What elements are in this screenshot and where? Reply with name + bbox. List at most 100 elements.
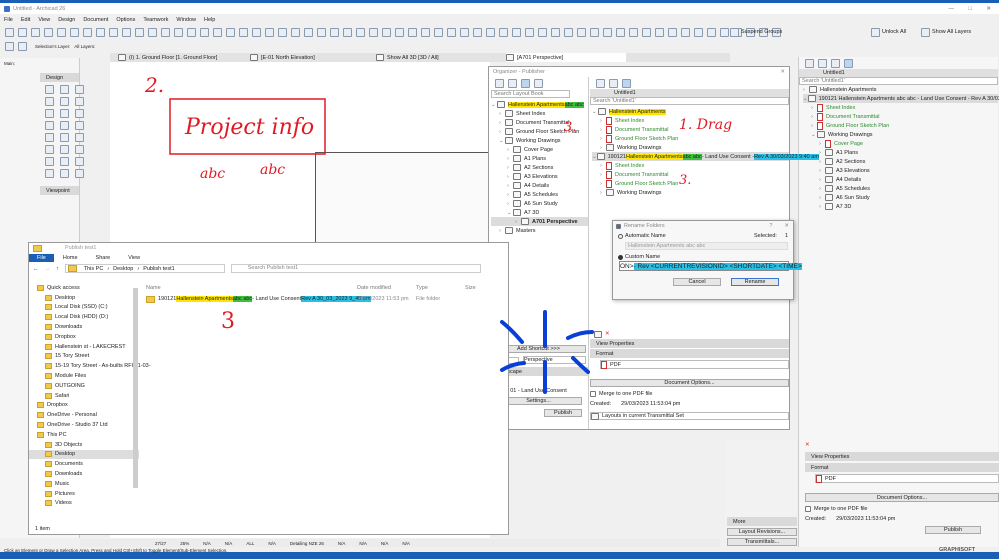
rename-button[interactable]: Rename: [731, 278, 779, 286]
menu-window[interactable]: Window: [176, 17, 196, 23]
tree-item[interactable]: › Ground Floor Sketch Plan: [803, 121, 998, 130]
nav-item[interactable]: Safari: [29, 391, 139, 401]
na-field[interactable]: N/A: [381, 541, 389, 546]
design-tool-icon[interactable]: [60, 97, 69, 106]
toolbar-tool-icon[interactable]: [83, 27, 92, 37]
view-properties-header[interactable]: View Properties: [805, 452, 999, 461]
column-size[interactable]: Size: [465, 285, 476, 291]
toolbar-tool-icon[interactable]: [408, 27, 417, 37]
toolbar-tool-icon[interactable]: [538, 27, 547, 37]
toolbar-tool-icon[interactable]: [161, 27, 170, 37]
column-type[interactable]: Type: [416, 285, 465, 291]
menu-view[interactable]: View: [38, 17, 50, 23]
publish-scope-select[interactable]: Layouts in current Transmittal Set: [590, 412, 789, 420]
nav-item[interactable]: OneDrive - Studio 37 Ltd: [29, 420, 139, 430]
automatic-name-radio[interactable]: Automatic Name Selected: 1: [613, 231, 793, 241]
format-select[interactable]: PDF: [815, 474, 999, 483]
toolbox-viewpoint-header[interactable]: Viewpoint: [40, 186, 79, 195]
toolbar-tool-icon[interactable]: [655, 27, 664, 37]
toolbar-tool-icon[interactable]: [148, 27, 157, 37]
format-select[interactable]: PDF: [600, 360, 789, 369]
toolbar-tool-icon[interactable]: [213, 27, 222, 37]
suspend-groups-button[interactable]: Suspend Groups: [728, 27, 782, 37]
toolbox-design-header[interactable]: Design: [40, 73, 79, 82]
more-header[interactable]: More: [727, 517, 797, 526]
nav-item[interactable]: Desktop: [29, 293, 139, 303]
nav-item[interactable]: Documents: [29, 459, 139, 469]
nav-item[interactable]: 3D Objects: [29, 440, 139, 450]
tree-item[interactable]: › A6 Sun Study: [491, 199, 588, 208]
toolbar-tool-icon[interactable]: [434, 27, 443, 37]
menu-help[interactable]: Help: [204, 17, 215, 23]
format-header[interactable]: Format: [805, 463, 999, 472]
new-folder-icon[interactable]: [594, 330, 602, 338]
delete-icon[interactable]: ✕: [605, 331, 610, 337]
address-bar[interactable]: This PC › Desktop › Publish test1: [64, 264, 225, 273]
toolbar-tool-icon[interactable]: [122, 27, 131, 37]
toolbar-tool-icon[interactable]: [382, 27, 391, 37]
nav-item[interactable]: Downloads: [29, 322, 139, 332]
menu-design[interactable]: Design: [58, 17, 75, 23]
na-field[interactable]: N/A: [359, 541, 367, 546]
design-tool-icon[interactable]: [45, 145, 54, 154]
toolbar-tool-icon[interactable]: [473, 27, 482, 37]
toolbar-tool-icon[interactable]: [668, 27, 677, 37]
tree-item[interactable]: › A3 Elevations: [803, 166, 998, 175]
publish-button[interactable]: Publish: [925, 526, 981, 534]
tree-item[interactable]: › Sheet Index: [803, 103, 998, 112]
merge-pdf-checkbox[interactable]: Merge to one PDF file: [805, 506, 999, 512]
design-tool-icon[interactable]: [60, 169, 69, 178]
toolbar-tool-icon[interactable]: [304, 27, 313, 37]
file-row[interactable]: 190121 Hallenstein Apartments abc abc - L…: [146, 294, 506, 304]
toolbar-tool-icon[interactable]: [278, 27, 287, 37]
tab-ground-floor[interactable]: (I) 1. Ground Floor [1. Ground Floor]: [110, 53, 250, 62]
nav-item[interactable]: Local Disk (SSD) (C:): [29, 303, 139, 313]
tree-item[interactable]: › A5 Schedules: [803, 184, 998, 193]
column-name[interactable]: Name: [146, 285, 357, 291]
maximize-button[interactable]: □: [969, 6, 972, 12]
design-tool-icon[interactable]: [75, 85, 84, 94]
ribbon-share-tab[interactable]: Share: [87, 255, 120, 261]
design-tool-icon[interactable]: [60, 85, 69, 94]
tree-item[interactable]: › A6 Sun Study: [803, 193, 998, 202]
toolbar-tool-icon[interactable]: [330, 27, 339, 37]
design-tool-icon[interactable]: [45, 169, 54, 178]
toolbar-tool-icon[interactable]: [577, 27, 586, 37]
toolbar-tool-icon[interactable]: [421, 27, 430, 37]
tree-item[interactable]: › A7 3D: [803, 202, 998, 211]
toolbar-tool-icon[interactable]: [31, 27, 40, 37]
pen-set[interactable]: Detailing NZE 26: [290, 541, 324, 546]
ribbon-home-tab[interactable]: Home: [54, 255, 87, 261]
design-tool-icon[interactable]: [45, 133, 54, 142]
toolbar-tool-icon[interactable]: [109, 27, 118, 37]
custom-name-input[interactable]: ON> - Rev <CURRENTREVISIONID> <SHORTDATE…: [619, 261, 802, 271]
toolbar-tool-icon[interactable]: [291, 27, 300, 37]
toolbar-tool-icon[interactable]: [70, 27, 79, 37]
design-tool-icon[interactable]: [75, 121, 84, 130]
tree-item[interactable]: ⌄ A7 3D: [491, 208, 588, 217]
design-tool-icon[interactable]: [45, 97, 54, 106]
toolbar-tool-icon[interactable]: [317, 27, 326, 37]
nav-item[interactable]: Videos: [29, 499, 139, 509]
tree-item[interactable]: › A4 Details: [803, 175, 998, 184]
tab-a701-perspective[interactable]: [A701 Perspective]: [506, 53, 626, 62]
menu-edit[interactable]: Edit: [21, 17, 30, 23]
toolbar-tool-icon[interactable]: [265, 27, 274, 37]
nav-item[interactable]: 15 Tory Street: [29, 352, 139, 362]
design-tool-icon[interactable]: [60, 133, 69, 142]
na-field[interactable]: N/A: [402, 541, 410, 546]
tab-north-elevation[interactable]: [E-01 North Elevation]: [250, 53, 376, 62]
toolbar-tool-icon[interactable]: [603, 27, 612, 37]
toolbar-tool-icon[interactable]: [252, 27, 261, 37]
tree-item[interactable]: › Document Transmittal: [803, 112, 998, 121]
nav-item[interactable]: This PC: [29, 430, 139, 440]
design-tool-icon[interactable]: [75, 133, 84, 142]
design-tool-icon[interactable]: [45, 121, 54, 130]
close-button[interactable]: ✕: [784, 223, 789, 229]
tree-item[interactable]: › A1 Plans: [803, 148, 998, 157]
tool-icon[interactable]: [5, 42, 14, 51]
search-input[interactable]: Search Publish test1: [230, 264, 481, 273]
toolbar-tool-icon[interactable]: [616, 27, 625, 37]
tree-item[interactable]: › Working Drawings: [592, 188, 789, 197]
menu-file[interactable]: File: [4, 17, 13, 23]
